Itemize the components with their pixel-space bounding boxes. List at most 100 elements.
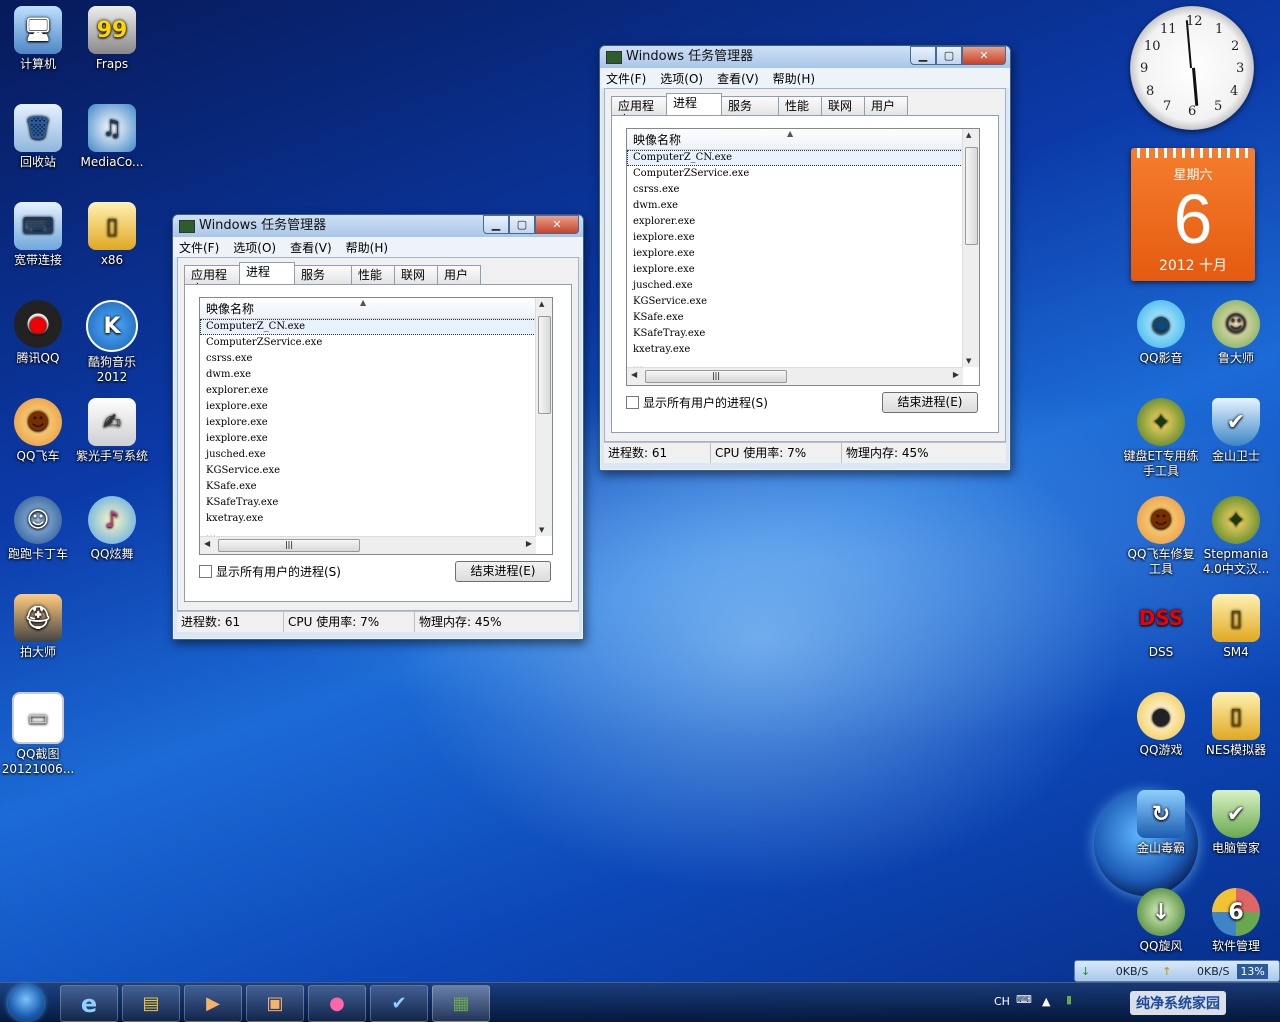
process-row[interactable]: KSafe.exe: [627, 310, 979, 326]
desktop-icon-nes[interactable]: ▯ NES模拟器: [1198, 692, 1274, 758]
process-row[interactable]: ComputerZService.exe: [627, 166, 979, 182]
taskbar-osu-button[interactable]: ●: [308, 985, 366, 1022]
desktop-icon-handwriting[interactable]: ✍ 紫光手写系统: [74, 398, 150, 464]
process-row[interactable]: KSafeTray.exe: [200, 495, 552, 511]
process-row[interactable]: ComputerZService.exe: [200, 335, 552, 351]
menu-help[interactable]: 帮助(H): [773, 70, 815, 87]
calendar-gadget[interactable]: 星期六 6 2012 十月: [1131, 148, 1255, 281]
desktop-icon-qq-player[interactable]: ◉ QQ影音: [1123, 300, 1199, 366]
battery-icon[interactable]: ▮: [1066, 993, 1072, 1006]
process-row[interactable]: ComputerZ_CN.exe: [200, 319, 552, 335]
desktop-icon-dss[interactable]: DSS DSS: [1123, 594, 1199, 660]
scroll-right-arrow-icon[interactable]: ▶: [526, 539, 532, 548]
maximize-button[interactable]: ▢: [936, 46, 962, 65]
desktop-icon-qq-dance[interactable]: ♪ QQ炫舞: [74, 496, 150, 562]
desktop-icon-x86[interactable]: ▯ x86: [74, 202, 150, 268]
language-indicator[interactable]: CH: [994, 995, 1010, 1008]
taskbar-task-manager-button[interactable]: ▦: [432, 985, 490, 1022]
show-hidden-icons-icon[interactable]: ▲: [1042, 995, 1050, 1008]
close-button[interactable]: ✕: [962, 46, 1006, 65]
tab-performance[interactable]: 性能: [351, 265, 395, 284]
process-row[interactable]: explorer.exe: [627, 214, 979, 230]
taskbar-network-button[interactable]: ▣: [246, 985, 304, 1022]
desktop-icon-paidashi[interactable]: ⛑ 拍大师: [0, 594, 76, 660]
tab-networking[interactable]: 联网: [821, 96, 865, 115]
process-row[interactable]: iexplore.exe: [200, 415, 552, 431]
show-all-users-checkbox[interactable]: 显示所有用户的进程(S): [199, 563, 341, 580]
taskbar-explorer-button[interactable]: ▤: [122, 985, 180, 1022]
desktop-icon-keyboard-et[interactable]: ✦ 键盘ET专用练手工具: [1123, 398, 1199, 479]
desktop-icon-broadband[interactable]: ⌨ 宽带连接: [0, 202, 76, 268]
process-row[interactable]: iexplore.exe: [627, 246, 979, 262]
task-manager-window-back[interactable]: Windows 任务管理器 ▁ ▢ ✕ 文件(F) 选项(O) 查看(V) 帮助…: [172, 214, 584, 640]
menu-file[interactable]: 文件(F): [606, 70, 646, 87]
close-button[interactable]: ✕: [535, 215, 579, 234]
tab-performance[interactable]: 性能: [778, 96, 822, 115]
process-row[interactable]: dwm.exe: [200, 367, 552, 383]
process-row[interactable]: jusched.exe: [200, 447, 552, 463]
menu-view[interactable]: 查看(V): [290, 239, 332, 256]
column-header-image-name[interactable]: ▲ 映像名称: [200, 298, 552, 319]
process-row[interactable]: KGService.exe: [200, 463, 552, 479]
minimize-button[interactable]: ▁: [483, 215, 509, 234]
scroll-right-arrow-icon[interactable]: ▶: [953, 370, 959, 379]
tab-applications[interactable]: 应用程序: [611, 96, 667, 127]
desktop-icon-qq-speed-repair[interactable]: ☻ QQ飞车修复工具: [1123, 496, 1199, 577]
taskbar-media-player-button[interactable]: ▶: [184, 985, 242, 1022]
maximize-button[interactable]: ▢: [509, 215, 535, 234]
desktop-icon-mediacoder[interactable]: ♫ MediaCo...: [74, 104, 150, 170]
horizontal-scrollbar[interactable]: ◀ ||| ▶: [627, 367, 963, 385]
process-row[interactable]: iexplore.exe: [627, 230, 979, 246]
menu-view[interactable]: 查看(V): [717, 70, 759, 87]
end-process-button[interactable]: 结束进程(E): [882, 392, 978, 413]
tab-services[interactable]: 服务: [294, 265, 352, 284]
scroll-left-arrow-icon[interactable]: ◀: [631, 370, 637, 379]
process-row[interactable]: csrss.exe: [627, 182, 979, 198]
tab-users[interactable]: 用户: [437, 265, 481, 284]
process-row[interactable]: jusched.exe: [627, 278, 979, 294]
desktop-icon-stepmania[interactable]: ✦ Stepmania 4.0中文汉...: [1198, 496, 1274, 577]
tab-processes[interactable]: 进程: [239, 262, 295, 285]
scrollbar-thumb[interactable]: [965, 147, 978, 245]
process-row[interactable]: ComputerZ_CN.exe: [627, 150, 979, 166]
vertical-scrollbar[interactable]: ▲ ▼: [535, 298, 552, 536]
taskbar-ie-button[interactable]: e: [60, 985, 118, 1022]
process-list[interactable]: ▲ 映像名称 ComputerZ_CN.exe ComputerZService…: [626, 128, 980, 386]
desktop-icon-qq-whirlwind[interactable]: ↓ QQ旋风: [1123, 888, 1199, 954]
desktop-icon-pc-manager[interactable]: ✔ 电脑管家: [1198, 790, 1274, 856]
checkbox-box[interactable]: [626, 396, 639, 409]
menu-help[interactable]: 帮助(H): [346, 239, 388, 256]
scroll-down-arrow-icon[interactable]: ▼: [966, 357, 971, 365]
window-titlebar[interactable]: Windows 任务管理器 ▁ ▢ ✕: [173, 215, 583, 237]
process-row[interactable]: csrss.exe: [200, 351, 552, 367]
taskbar-kingsoft-guard-button[interactable]: ✔: [370, 985, 428, 1022]
process-row[interactable]: iexplore.exe: [627, 262, 979, 278]
menu-options[interactable]: 选项(O): [660, 70, 703, 87]
process-row[interactable]: iexplore.exe: [200, 399, 552, 415]
start-button[interactable]: [8, 985, 44, 1021]
process-row[interactable]: KSafeTray.exe: [627, 326, 979, 342]
desktop-icon-qq-speed[interactable]: ☻ QQ飞车: [0, 398, 76, 464]
process-row[interactable]: kxetray.exe: [200, 511, 552, 527]
network-speed-meter[interactable]: ↓ 0KB/S ↑ 0KB/S 13%: [1074, 960, 1280, 982]
scrollbar-thumb[interactable]: |||: [645, 370, 787, 383]
tab-applications[interactable]: 应用程序: [184, 265, 240, 296]
column-header-image-name[interactable]: ▲ 映像名称: [627, 129, 979, 150]
process-row[interactable]: explorer.exe: [200, 383, 552, 399]
scrollbar-thumb[interactable]: [538, 316, 551, 414]
desktop-icon-tencent-qq[interactable]: ● 腾讯QQ: [0, 300, 76, 366]
scrollbar-thumb[interactable]: |||: [218, 539, 360, 552]
process-row[interactable]: KSafe.exe: [200, 479, 552, 495]
end-process-button[interactable]: 结束进程(E): [455, 561, 551, 582]
checkbox-box[interactable]: [199, 565, 212, 578]
minimize-button[interactable]: ▁: [910, 46, 936, 65]
desktop-icon-kingsoft-antivirus[interactable]: ↻ 金山毒霸: [1123, 790, 1199, 856]
vertical-scrollbar[interactable]: ▲ ▼: [962, 129, 979, 367]
desktop-icon-sm4[interactable]: ▯ SM4: [1198, 594, 1274, 660]
task-manager-window-front[interactable]: Windows 任务管理器 ▁ ▢ ✕ 文件(F) 选项(O) 查看(V) 帮助…: [599, 45, 1011, 471]
desktop-icon-software-manager[interactable]: 6 软件管理: [1198, 888, 1274, 954]
scroll-up-arrow-icon[interactable]: ▲: [966, 131, 971, 139]
horizontal-scrollbar[interactable]: ◀ ||| ▶: [200, 536, 536, 554]
process-row[interactable]: kxetray.exe: [627, 342, 979, 358]
menu-file[interactable]: 文件(F): [179, 239, 219, 256]
